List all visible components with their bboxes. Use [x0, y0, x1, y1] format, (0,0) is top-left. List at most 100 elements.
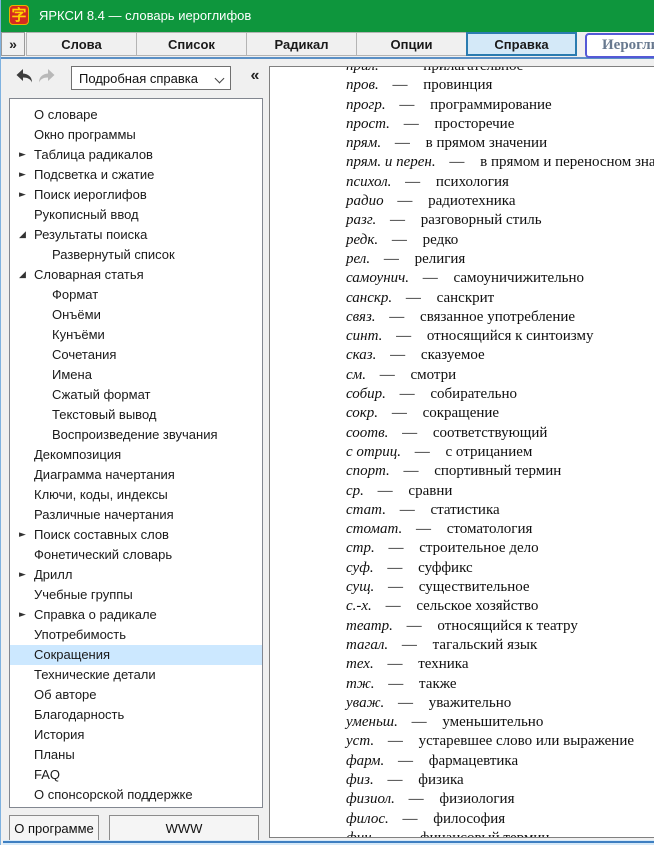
tree-item[interactable]: Текстовый вывод [10, 405, 262, 425]
abbreviation-term: уваж. [346, 694, 385, 711]
tree-item[interactable]: ► Поиск составных слов [10, 525, 262, 545]
dash-separator: — [377, 482, 393, 499]
tree-item[interactable]: FAQ [10, 765, 262, 785]
tree-item[interactable]: Сжатый формат [10, 385, 262, 405]
tree-item-label: Сочетания [52, 347, 117, 362]
www-button[interactable]: WWW [109, 815, 259, 841]
abbreviation-meaning: суффикс [418, 559, 473, 576]
tree-item[interactable]: Развернутый список [10, 245, 262, 265]
abbreviation-entry: уст. — устаревшее слово или выражение [346, 732, 654, 751]
tree-item[interactable]: ◢ Словарная статья [10, 265, 262, 285]
collapsed-arrow-icon[interactable]: ► [19, 145, 32, 165]
tree-item[interactable]: Кунъёми [10, 325, 262, 345]
dash-separator: — [387, 656, 403, 673]
abbreviation-term: сказ. [346, 347, 377, 364]
forward-arrow-icon[interactable] [37, 68, 57, 86]
help-mode-dropdown[interactable]: Подробная справка [71, 66, 231, 90]
app-icon: 字 [9, 5, 29, 25]
tree-item[interactable]: Воспроизведение звучания [10, 425, 262, 445]
dash-separator: — [388, 579, 404, 596]
about-button[interactable]: О программе [9, 815, 99, 841]
tab-hieroglyph[interactable]: Иероглиф [585, 33, 654, 58]
collapse-sidebar-button[interactable]: « [244, 64, 266, 88]
tree-item[interactable]: Имена [10, 365, 262, 385]
abbreviation-meaning: относящийся к театру [437, 617, 578, 634]
abbreviation-term: пров. [346, 77, 379, 94]
abbreviation-entry: сущ. — существительное [346, 578, 654, 597]
tree-item[interactable]: ◢ Результаты поиска [10, 225, 262, 245]
tree-item[interactable]: ► Дрилл [10, 565, 262, 585]
tree-item-label: Словарная статья [34, 267, 144, 282]
tree-item[interactable]: Сочетания [10, 345, 262, 365]
collapsed-arrow-icon[interactable]: ► [19, 165, 32, 185]
abbreviation-term: сокр. [346, 405, 379, 422]
abbreviation-term: физиол. [346, 791, 395, 808]
tree-item[interactable]: ► Подсветка и сжатие [10, 165, 262, 185]
tree-item[interactable]: ► Справка о радикале [10, 605, 262, 625]
tree-item-label: Формат [52, 287, 99, 302]
dash-separator: — [379, 366, 395, 383]
tree-item[interactable]: Рукописный ввод [10, 205, 262, 225]
abbreviation-meaning: уменьшительно [442, 714, 544, 731]
expanded-arrow-icon[interactable]: ◢ [19, 225, 32, 245]
tab-4[interactable]: Опции [356, 32, 467, 56]
tree-item[interactable]: Благодарность [10, 705, 262, 725]
tab-label: Опции [390, 36, 433, 52]
tree-item[interactable]: Сокращения [10, 645, 262, 665]
tree-item[interactable]: Формат [10, 285, 262, 305]
tree-item[interactable]: Фонетический словарь [10, 545, 262, 565]
collapsed-arrow-icon[interactable]: ► [19, 185, 32, 205]
tab-2[interactable]: Список [136, 32, 247, 56]
abbreviation-entry: филос. — философия [346, 810, 654, 829]
tab-1[interactable]: Слова [26, 32, 137, 56]
tree-item[interactable]: История [10, 725, 262, 745]
dash-separator: — [403, 463, 419, 480]
tree-item[interactable]: Употребимость [10, 625, 262, 645]
tab-5[interactable]: Справка [466, 32, 577, 56]
tree-item[interactable]: Различные начертания [10, 505, 262, 525]
tree-item-label: Рукописный ввод [34, 207, 139, 222]
abbreviation-meaning: редко [422, 231, 459, 248]
dash-separator: — [405, 289, 421, 306]
abbreviation-term: спорт. [346, 463, 390, 480]
tree-item[interactable]: Онъёми [10, 305, 262, 325]
tab-label: Справка [494, 36, 549, 52]
expanded-arrow-icon[interactable]: ◢ [19, 265, 32, 285]
tree-item[interactable]: Декомпозиция [10, 445, 262, 465]
collapsed-arrow-icon[interactable]: ► [19, 605, 32, 625]
abbreviation-entry: собир. — собирательно [346, 385, 654, 404]
abbreviation-entry: тж. — также [346, 675, 654, 694]
tree-item[interactable]: Диаграмма начертания [10, 465, 262, 485]
abbreviation-entry: с отриц. — с отрицанием [346, 443, 654, 462]
tree-item[interactable]: Планы [10, 745, 262, 765]
window-bottom-accent [3, 841, 654, 843]
tree-item[interactable]: Технические детали [10, 665, 262, 685]
collapsed-arrow-icon[interactable]: ► [19, 525, 32, 545]
abbreviation-meaning: строительное дело [419, 540, 539, 557]
dash-separator: — [408, 791, 424, 808]
dash-separator: — [389, 308, 405, 325]
tab-3[interactable]: Радикал [246, 32, 357, 56]
tab-label: Радикал [274, 36, 329, 52]
tree-item-label: Различные начертания [34, 507, 174, 522]
abbreviations-content[interactable]: прил. — прилагательное пров. — провинция… [269, 66, 654, 838]
abbreviation-term: редк. [346, 231, 379, 248]
tree-item[interactable]: ► Поиск иероглифов [10, 185, 262, 205]
tree-item[interactable]: Учебные группы [10, 585, 262, 605]
abbreviation-entry: прост. — просторечие [346, 115, 654, 134]
tab-label: Список [168, 36, 215, 52]
collapsed-arrow-icon[interactable]: ► [19, 565, 32, 585]
tree-item[interactable]: ► Таблица радикалов [10, 145, 262, 165]
abbreviation-term: соотв. [346, 424, 389, 441]
dash-separator: — [449, 154, 465, 171]
tree-item[interactable]: Окно программы [10, 125, 262, 145]
abbreviation-meaning: устаревшее слово или выражение [418, 733, 635, 750]
tree-item[interactable]: Об авторе [10, 685, 262, 705]
tree-item[interactable]: Ключи, коды, индексы [10, 485, 262, 505]
abbreviation-meaning: связанное употребление [420, 308, 576, 325]
tree-item[interactable]: О словаре [10, 105, 262, 125]
tree-item[interactable]: О спонсорской поддержке [10, 785, 262, 805]
back-arrow-icon[interactable] [14, 68, 34, 86]
abbreviation-entry: рел. — религия [346, 250, 654, 269]
tab-overflow-button[interactable]: » [1, 32, 25, 56]
